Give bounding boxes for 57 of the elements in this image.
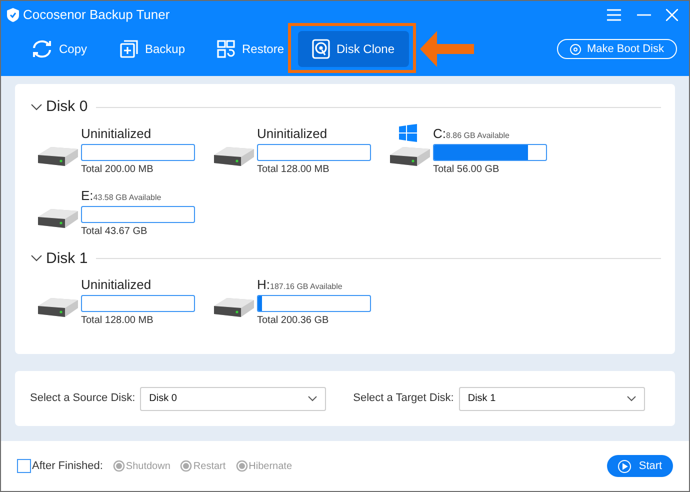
available-space: 43.58 GB Available <box>93 192 162 204</box>
sync-icon <box>31 39 53 59</box>
restore-icon <box>216 39 236 59</box>
partition-name: Uninitialized <box>81 276 152 294</box>
toolbar-tab[interactable]: Restore <box>208 31 298 67</box>
drive-icon <box>37 206 79 228</box>
shield-logo-icon <box>7 8 19 22</box>
disc-icon <box>570 44 581 54</box>
partition-total: Total 200.00 MB <box>81 162 154 176</box>
disk-toggle[interactable]: Disk 0 <box>31 96 88 118</box>
chevron-down-icon <box>31 255 42 262</box>
select-label: Select a Target Disk: <box>353 391 454 406</box>
chevron-down-icon <box>31 104 42 111</box>
drive-icon <box>213 144 255 166</box>
drive-icon <box>389 144 431 166</box>
start-button[interactable]: Start <box>607 455 673 477</box>
partition-item[interactable]: H:187.16 GB Available Total 200.36 GB <box>213 275 389 333</box>
disk-dropdown[interactable]: Disk 0 <box>140 386 326 410</box>
play-icon <box>618 460 631 472</box>
make-boot-disk-button[interactable]: Make Boot Disk <box>556 39 677 59</box>
partition-total: Total 56.00 GB <box>433 162 500 176</box>
after-finished-checkbox[interactable] <box>17 459 31 473</box>
available-space: 187.16 GB Available <box>270 281 342 293</box>
partition-item[interactable]: Uninitialized Total 128.00 MB <box>213 124 389 182</box>
partition-item[interactable]: C:8.86 GB Available Total 56.00 GB <box>389 124 565 182</box>
partition-total: Total 200.36 GB <box>257 314 330 328</box>
drive-icon <box>37 144 79 166</box>
partition-total: Total 43.67 GB <box>81 224 148 238</box>
partition-name: C: <box>433 124 446 142</box>
partition-name: H: <box>257 276 270 294</box>
partition-item[interactable]: E:43.58 GB Available Total 43.67 GB <box>37 186 213 244</box>
toolbar-tab[interactable]: Copy <box>23 31 111 67</box>
partition-name: E: <box>81 186 94 204</box>
arrow-pointer <box>420 31 474 67</box>
backup-icon <box>119 39 139 59</box>
radio-icon <box>180 460 192 472</box>
available-space: 8.86 GB Available <box>446 130 510 142</box>
toolbar-tab[interactable]: Disk Clone <box>298 31 409 67</box>
select-label: Select a Source Disk: <box>30 391 136 406</box>
windows-logo-icon <box>399 124 417 142</box>
partition-total: Total 128.00 MB <box>257 162 330 176</box>
drive-icon <box>213 296 255 318</box>
disk-dropdown[interactable]: Disk 1 <box>458 386 645 410</box>
after-finished-label: After Finished: <box>32 458 103 474</box>
toolbar-tab[interactable]: Backup <box>111 31 208 67</box>
radio-icon <box>236 460 248 472</box>
disk-toggle[interactable]: Disk 1 <box>31 248 88 270</box>
drive-icon <box>37 296 79 318</box>
partition-item[interactable]: Uninitialized Total 200.00 MB <box>37 124 213 182</box>
partition-name: Uninitialized <box>81 124 152 142</box>
chevron-down-icon <box>308 396 318 402</box>
window-title: Cocosenor Backup Tuner <box>23 6 170 24</box>
partition-total: Total 128.00 MB <box>81 314 154 328</box>
partition-name: Uninitialized <box>257 124 328 142</box>
radio-icon <box>112 460 125 472</box>
chevron-down-icon <box>626 396 636 402</box>
partition-item[interactable]: Uninitialized Total 128.00 MB <box>37 275 213 333</box>
